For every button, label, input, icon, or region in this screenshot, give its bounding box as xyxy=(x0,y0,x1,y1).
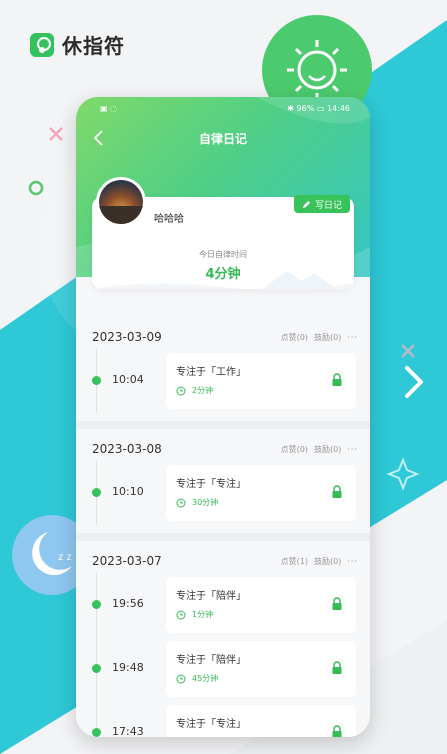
entry-title: 专注于「专注」 xyxy=(176,479,246,490)
avatar-image xyxy=(99,180,143,224)
entry-duration-value: 30分钟 xyxy=(192,498,219,507)
entry-time: 10:04 xyxy=(112,373,144,386)
cheer-count[interactable]: 鼓励(0) xyxy=(314,556,341,567)
entry-time: 17:43 xyxy=(112,725,144,737)
nav-bar: 自律日记 xyxy=(76,125,370,151)
more-icon[interactable]: ··· xyxy=(347,445,358,454)
entry-card[interactable]: 专注于「陪伴」 1分钟 xyxy=(166,577,356,633)
next-arrow-icon[interactable] xyxy=(399,362,429,402)
today-time-value: 4分钟 xyxy=(205,267,241,282)
day-meta: 点赞(0) 鼓励(0) ··· xyxy=(281,332,358,343)
diary-entry[interactable]: 10:10 专注于「专注」 30分钟 xyxy=(92,461,358,525)
section-divider xyxy=(76,533,370,541)
phone-screen: ▣ ◌ ✱ 96% ▭ 14:46 自律日记 哈哈哈 写日记 今日自律时间 4分… xyxy=(76,97,370,737)
day-meta: 点赞(1) 鼓励(0) ··· xyxy=(281,556,358,567)
clock-icon xyxy=(176,610,186,619)
like-count[interactable]: 点赞(0) xyxy=(281,444,308,455)
entry-card[interactable]: 专注于「专注」 30分钟 xyxy=(166,465,356,521)
entry-title: 专注于「陪伴」 xyxy=(176,655,246,666)
entry-duration: 1分钟 xyxy=(176,609,213,620)
avatar[interactable] xyxy=(96,177,146,227)
clock-icon xyxy=(176,386,186,395)
app-name: 休指符 xyxy=(62,34,125,58)
diary-entry[interactable]: 10:04 专注于「工作」 2分钟 xyxy=(92,349,358,413)
entry-title: 专注于「工作」 xyxy=(176,367,246,378)
more-icon[interactable]: ··· xyxy=(347,333,358,342)
timeline-dot xyxy=(92,376,101,385)
lock-icon xyxy=(332,725,342,737)
lock-icon xyxy=(332,373,342,386)
svg-text:z z: z z xyxy=(58,552,72,563)
day-section: 2023-03-08 点赞(0) 鼓励(0) ··· 10:10 专注于「专注」… xyxy=(76,429,370,533)
diary-entry[interactable]: 17:43 专注于「专注」 xyxy=(92,701,358,737)
timeline-dot xyxy=(92,728,101,737)
cheer-count[interactable]: 鼓励(0) xyxy=(314,332,341,343)
lock-icon xyxy=(332,485,342,498)
chevron-left-icon[interactable] xyxy=(90,128,108,148)
page-title: 自律日记 xyxy=(198,131,247,146)
profile-card: 哈哈哈 写日记 今日自律时间 4分钟 xyxy=(92,177,354,289)
like-count[interactable]: 点赞(0) xyxy=(281,332,308,343)
timeline-dot xyxy=(92,488,101,497)
entry-duration: 45分钟 xyxy=(176,673,218,684)
entry-title: 专注于「专注」 xyxy=(176,719,246,730)
logo-icon xyxy=(30,32,54,57)
entry-card[interactable]: 专注于「专注」 xyxy=(166,705,356,737)
status-left: ▣ ◌ xyxy=(100,103,118,113)
entry-duration-value: 1分钟 xyxy=(192,610,214,619)
clock-icon xyxy=(176,498,186,507)
more-icon[interactable]: ··· xyxy=(347,557,358,566)
day-section: 2023-03-07 点赞(1) 鼓励(0) ··· 19:56 专注于「陪伴」… xyxy=(76,541,370,737)
day-header: 2023-03-08 点赞(0) 鼓励(0) ··· xyxy=(92,437,358,461)
entry-time: 10:10 xyxy=(112,485,144,498)
section-divider xyxy=(76,421,370,429)
clock-icon xyxy=(176,674,186,683)
username: 哈哈哈 xyxy=(154,214,184,225)
lock-icon xyxy=(332,597,342,610)
pencil-icon xyxy=(302,200,311,208)
entry-duration: 2分钟 xyxy=(176,385,213,396)
lock-icon xyxy=(332,661,342,674)
entry-duration-value: 2分钟 xyxy=(192,386,214,395)
like-count[interactable]: 点赞(1) xyxy=(281,556,308,567)
timeline-dot xyxy=(92,664,101,673)
entry-title: 专注于「陪伴」 xyxy=(176,591,246,602)
write-diary-label: 写日记 xyxy=(314,200,342,211)
entry-time: 19:56 xyxy=(112,597,144,610)
entry-duration-value: 45分钟 xyxy=(192,674,219,683)
status-bar: ▣ ◌ ✱ 96% ▭ 14:46 xyxy=(76,97,370,119)
day-meta: 点赞(0) 鼓励(0) ··· xyxy=(281,444,358,455)
cheer-count[interactable]: 鼓励(0) xyxy=(314,444,341,455)
entry-duration: 30分钟 xyxy=(176,497,218,508)
day-date: 2023-03-08 xyxy=(92,442,162,456)
day-header: 2023-03-09 点赞(0) 鼓励(0) ··· xyxy=(92,325,358,349)
diary-entry[interactable]: 19:56 专注于「陪伴」 1分钟 xyxy=(92,573,358,637)
today-time-label: 今日自律时间 xyxy=(199,250,247,259)
entry-card[interactable]: 专注于「工作」 2分钟 xyxy=(166,353,356,409)
day-date: 2023-03-09 xyxy=(92,330,162,344)
diary-list: 2023-03-09 点赞(0) 鼓励(0) ··· 10:04 专注于「工作」… xyxy=(76,317,370,737)
app-logo: 休指符 xyxy=(30,30,125,59)
timeline-dot xyxy=(92,600,101,609)
diary-entry[interactable]: 19:48 专注于「陪伴」 45分钟 xyxy=(92,637,358,701)
day-header: 2023-03-07 点赞(1) 鼓励(0) ··· xyxy=(92,549,358,573)
status-right: ✱ 96% ▭ 14:46 xyxy=(287,103,350,113)
day-section: 2023-03-09 点赞(0) 鼓励(0) ··· 10:04 专注于「工作」… xyxy=(76,317,370,421)
day-date: 2023-03-07 xyxy=(92,554,162,568)
write-diary-button[interactable]: 写日记 xyxy=(293,195,350,213)
entry-time: 19:48 xyxy=(112,661,144,674)
entry-card[interactable]: 专注于「陪伴」 45分钟 xyxy=(166,641,356,697)
